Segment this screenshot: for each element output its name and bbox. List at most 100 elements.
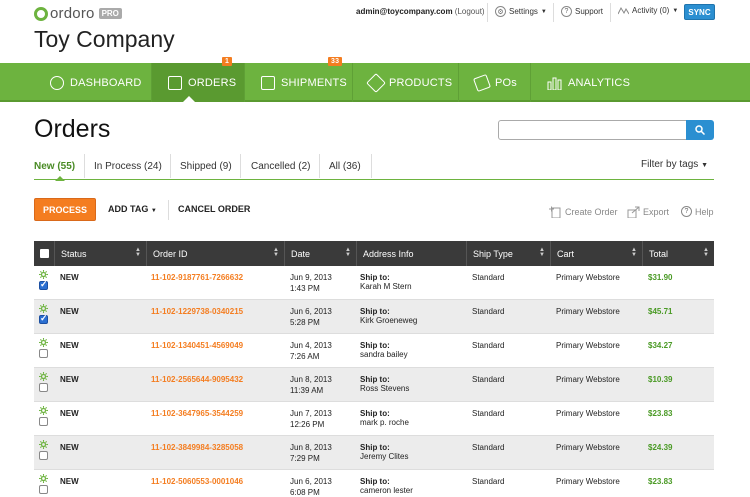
order-date: Jun 6, 2013 5:28 PM — [290, 307, 332, 327]
nav-orders[interactable]: ORDERS 1 — [152, 57, 245, 102]
order-id-link[interactable]: 11-102-9187761-7266632 — [151, 273, 243, 282]
ship-type: Standard — [472, 477, 505, 486]
tab-shipped[interactable]: Shipped (9) — [180, 154, 232, 178]
row-checkbox[interactable] — [39, 313, 48, 324]
gear-icon[interactable] — [39, 304, 48, 313]
divider — [84, 154, 85, 178]
tab-cancelled[interactable]: Cancelled (2) — [251, 154, 310, 178]
row-checkbox[interactable] — [39, 417, 48, 426]
order-date: Jun 6, 2013 6:08 PM — [290, 477, 332, 497]
activity-menu[interactable]: Activity (0) ▼ — [618, 6, 678, 15]
tab-new[interactable]: New (55) — [34, 154, 75, 178]
address-info: Ship to: Ross Stevens — [360, 375, 409, 393]
gear-icon[interactable] — [39, 372, 48, 381]
nav-label: PRODUCTS — [389, 76, 453, 89]
column-status[interactable]: Status ▲ ▼ — [54, 241, 146, 266]
help-icon: ? — [561, 6, 572, 17]
column-total[interactable]: Total ▲ ▼ — [642, 241, 714, 266]
logout-link[interactable]: (Logout) — [455, 7, 485, 16]
date-value: Jun 9, 2013 — [290, 273, 332, 282]
gear-icon[interactable] — [39, 474, 48, 483]
create-order-button[interactable]: Create Order — [549, 206, 618, 218]
tab-all[interactable]: All (36) — [329, 154, 361, 178]
nav-pos[interactable]: POs — [459, 63, 531, 102]
settings-label: Settings — [509, 7, 538, 16]
order-date: Jun 9, 2013 1:43 PM — [290, 273, 332, 293]
ship-to-name: cameron lester — [360, 486, 413, 495]
filter-by-tags[interactable]: Filter by tags ▼ — [641, 159, 708, 170]
nav-analytics[interactable]: ANALYTICS — [531, 63, 637, 102]
cart-name: Primary Webstore — [556, 341, 620, 350]
order-status: NEW — [60, 443, 79, 452]
order-id-link[interactable]: 11-102-3849984-3285058 — [151, 443, 243, 452]
process-button[interactable]: PROCESS — [34, 198, 96, 221]
table-row[interactable]: NEW 11-102-3647965-3544259 Jun 7, 2013 1… — [34, 402, 714, 436]
support-link[interactable]: ? Support — [561, 6, 603, 17]
ship-to-label: Ship to: — [360, 409, 390, 418]
address-info: Ship to: cameron lester — [360, 477, 413, 495]
user-email: admin@toycompany.com — [356, 7, 453, 16]
pro-badge: PRO — [98, 8, 122, 19]
nav-products[interactable]: PRODUCTS — [353, 63, 459, 102]
table-row[interactable]: NEW 11-102-3849984-3285058 Jun 8, 2013 7… — [34, 436, 714, 470]
order-id-link[interactable]: 11-102-1229738-0340215 — [151, 307, 243, 316]
order-total: $45.71 — [648, 307, 673, 316]
order-total: $23.83 — [648, 477, 673, 486]
cancel-order-button[interactable]: CANCEL ORDER — [178, 204, 250, 214]
table-row[interactable]: NEW 11-102-5060553-0001046 Jun 6, 2013 6… — [34, 470, 714, 497]
nav-dashboard[interactable]: DASHBOARD — [34, 63, 152, 102]
ordoro-logo[interactable]: ordoro PRO — [34, 5, 122, 22]
gear-icon[interactable] — [39, 406, 48, 415]
ship-to-name: Karah M Stern — [360, 282, 412, 291]
ticket-icon — [473, 73, 491, 92]
ship-type: Standard — [472, 307, 505, 316]
row-checkbox[interactable] — [39, 485, 48, 494]
tab-in-process[interactable]: In Process (24) — [94, 154, 162, 178]
ship-to-name: Kirk Groeneweg — [360, 316, 418, 325]
help-button[interactable]: ? Help — [681, 206, 714, 217]
table-row[interactable]: NEW 11-102-1229738-0340215 Jun 6, 2013 5… — [34, 300, 714, 334]
column-order-id[interactable]: Order ID ▲ ▼ — [146, 241, 284, 266]
order-id-link[interactable]: 11-102-5060553-0001046 — [151, 477, 243, 486]
search-button[interactable] — [686, 120, 714, 140]
table-row[interactable]: NEW 11-102-9187761-7266632 Jun 9, 2013 1… — [34, 266, 714, 300]
export-button[interactable]: Export — [627, 206, 669, 218]
caret-down-icon: ▼ — [150, 208, 157, 214]
address-info: Ship to: sandra bailey — [360, 341, 408, 359]
row-checkbox[interactable] — [39, 279, 48, 290]
gear-icon[interactable] — [39, 270, 48, 279]
search-input[interactable] — [498, 120, 688, 140]
table-row[interactable]: NEW 11-102-2565644-9095432 Jun 8, 2013 1… — [34, 368, 714, 402]
ship-type: Standard — [472, 341, 505, 350]
order-id-link[interactable]: 11-102-2565644-9095432 — [151, 375, 243, 384]
row-checkbox[interactable] — [39, 451, 48, 460]
nav-label: DASHBOARD — [70, 76, 142, 89]
export-label: Export — [643, 207, 670, 217]
nav-label: SHIPMENTS — [281, 76, 347, 89]
column-ship-type[interactable]: Ship Type ▲ ▼ — [466, 241, 550, 266]
settings-menu[interactable]: ⚙ Settings ▼ — [495, 6, 547, 17]
active-tab-caret — [55, 176, 65, 181]
time-value: 1:43 PM — [290, 284, 320, 293]
add-tag-button[interactable]: ADD TAG ▼ — [108, 204, 157, 214]
order-id-link[interactable]: 11-102-3647965-3544259 — [151, 409, 243, 418]
gear-icon[interactable] — [39, 440, 48, 449]
user-info: admin@toycompany.com (Logout) — [356, 7, 485, 16]
row-checkbox[interactable] — [39, 383, 48, 392]
row-checkbox[interactable] — [39, 349, 48, 358]
sync-button[interactable]: SYNC — [684, 4, 715, 20]
column-cart[interactable]: Cart ▲ ▼ — [550, 241, 642, 266]
ship-type: Standard — [472, 443, 505, 452]
select-all-checkbox[interactable] — [40, 249, 49, 258]
gear-icon[interactable] — [39, 338, 48, 347]
divider — [170, 154, 171, 178]
cart-name: Primary Webstore — [556, 307, 620, 316]
order-id-link[interactable]: 11-102-1340451-4569049 — [151, 341, 243, 350]
column-date[interactable]: Date ▲ ▼ — [284, 241, 356, 266]
table-row[interactable]: NEW 11-102-1340451-4569049 Jun 4, 2013 7… — [34, 334, 714, 368]
nav-shipments[interactable]: SHIPMENTS 33 — [245, 57, 353, 102]
top-bar: ordoro PRO admin@toycompany.com (Logout)… — [0, 0, 750, 26]
logo-mark-icon — [34, 6, 48, 21]
column-label: Total — [649, 248, 669, 259]
divider — [168, 200, 169, 220]
